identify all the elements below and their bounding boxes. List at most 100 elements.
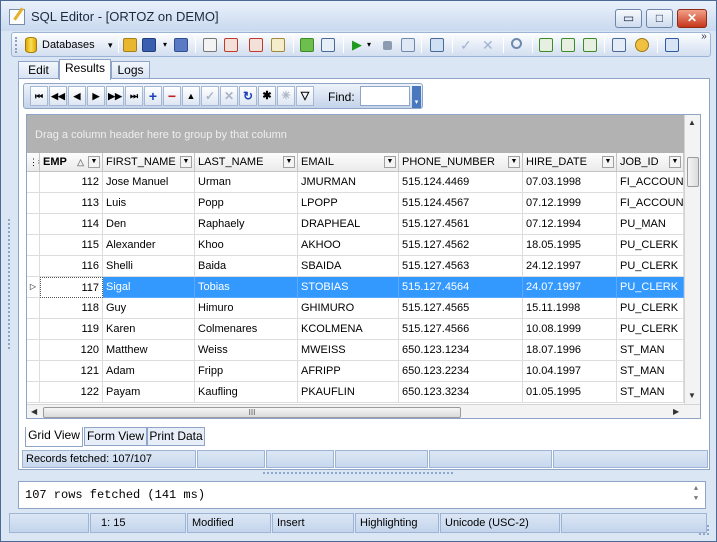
column-header-job-id[interactable]: JOB_ID ▼ [617, 153, 684, 172]
prior-record-button[interactable]: ◀ [68, 86, 86, 106]
tab-grid-view[interactable]: Grid View [25, 427, 83, 447]
filter-dropdown-icon[interactable]: ▼ [384, 156, 396, 168]
cell-first-name[interactable]: Luis [103, 193, 195, 214]
row-indicator[interactable] [27, 193, 40, 214]
insert-record-button[interactable]: + [144, 86, 162, 106]
cell-first-name[interactable]: Adam [103, 361, 195, 382]
cell-last-name[interactable]: Tobias [195, 277, 298, 298]
column-header-hire-date[interactable]: HIRE_DATE ▼ [523, 153, 617, 172]
open-folder-icon[interactable] [123, 38, 137, 52]
cell-phone-number[interactable]: 515.124.4567 [399, 193, 523, 214]
cell-email[interactable]: MWEISS [298, 340, 399, 361]
find-input[interactable] [360, 86, 410, 106]
horizontal-scrollbar[interactable]: ◀ III ▶ [27, 404, 700, 418]
find-dropdown-button[interactable]: ▾ [412, 86, 421, 108]
column-header-phone-number[interactable]: PHONE_NUMBER ▼ [399, 153, 523, 172]
table-row[interactable]: 119 Karen Colmenares KCOLMENA 515.127.4566 10… [27, 319, 684, 340]
cell-last-name[interactable]: Kaufling [195, 382, 298, 403]
filter-dropdown-icon[interactable]: ▼ [180, 156, 192, 168]
cell-last-name[interactable]: Raphaely [195, 214, 298, 235]
tab-form-view[interactable]: Form View [84, 427, 147, 446]
row-indicator[interactable] [27, 382, 40, 403]
column-header-email[interactable]: EMAIL ▼ [298, 153, 399, 172]
cell-first-name[interactable]: Jose Manuel [103, 172, 195, 193]
cell-last-name[interactable]: Himuro [195, 298, 298, 319]
filter-icon[interactable]: ▽ [296, 86, 314, 106]
cell-first-name[interactable]: Den [103, 214, 195, 235]
minimize-button[interactable]: ▭ [615, 9, 642, 28]
table-row[interactable]: 112 Jose Manuel Urman JMURMAN 515.124.4469 07… [27, 172, 684, 193]
cell-job-id[interactable]: ST_MAN [617, 382, 684, 403]
cell-emp[interactable]: 118 [40, 298, 103, 319]
row-indicator[interactable] [27, 214, 40, 235]
row-indicator[interactable] [27, 256, 40, 277]
cell-email[interactable]: JMURMAN [298, 172, 399, 193]
table-row[interactable]: ▷ 117 Sigal Tobias STOBIAS 515.127.4564 24.07.… [27, 277, 684, 298]
cell-emp[interactable]: 114 [40, 214, 103, 235]
cell-hire-date[interactable]: 24.07.1997 [523, 277, 617, 298]
table-row[interactable]: 115 Alexander Khoo AKHOO 515.127.4562 18.05.1… [27, 235, 684, 256]
cell-hire-date[interactable]: 18.07.1996 [523, 340, 617, 361]
goto-bookmark-button[interactable]: ✳ [277, 86, 295, 106]
scroll-up-icon[interactable]: ▲ [688, 118, 696, 127]
cell-phone-number[interactable]: 515.127.4566 [399, 319, 523, 340]
add-query-icon[interactable] [300, 38, 314, 52]
cell-last-name[interactable]: Colmenares [195, 319, 298, 340]
close-button[interactable]: ✕ [677, 9, 707, 28]
row-indicator[interactable] [27, 235, 40, 256]
maximize-button[interactable]: □ [646, 9, 673, 28]
cell-emp[interactable]: 119 [40, 319, 103, 340]
cell-last-name[interactable]: Popp [195, 193, 298, 214]
row-indicator[interactable] [27, 361, 40, 382]
table-row[interactable]: 116 Shelli Baida SBAIDA 515.127.4563 24.12.19… [27, 256, 684, 277]
tab-print-data[interactable]: Print Data [147, 427, 205, 446]
query-builder-icon[interactable] [612, 38, 626, 52]
toolbar-overflow-button[interactable]: » [698, 31, 710, 58]
cell-phone-number[interactable]: 515.127.4563 [399, 256, 523, 277]
refresh-button[interactable]: ↻ [239, 86, 257, 106]
header-indicator-icon[interactable]: ⋮≡ [27, 153, 40, 172]
row-indicator[interactable]: ▷ [27, 277, 40, 298]
table-row[interactable]: 114 Den Raphaely DRAPHEAL 515.127.4561 07.12.… [27, 214, 684, 235]
cell-last-name[interactable]: Khoo [195, 235, 298, 256]
vertical-scroll-thumb[interactable] [687, 157, 699, 187]
table-row[interactable]: 113 Luis Popp LPOPP 515.124.4567 07.12.1999 FI… [27, 193, 684, 214]
cell-first-name[interactable]: Karen [103, 319, 195, 340]
table-row[interactable]: 118 Guy Himuro GHIMURO 515.127.4565 15.11.199… [27, 298, 684, 319]
cell-last-name[interactable]: Weiss [195, 340, 298, 361]
save-dropdown-icon[interactable]: ▾ [163, 38, 171, 52]
cell-phone-number[interactable]: 515.124.4469 [399, 172, 523, 193]
cell-email[interactable]: DRAPHEAL [298, 214, 399, 235]
execute-icon[interactable]: ▶ [352, 38, 366, 52]
export-as-sql-icon[interactable] [561, 38, 575, 52]
cell-email[interactable]: PKAUFLIN [298, 382, 399, 403]
cell-email[interactable]: STOBIAS [298, 277, 399, 298]
cell-hire-date[interactable]: 10.04.1997 [523, 361, 617, 382]
stop-icon[interactable] [383, 41, 392, 50]
cell-hire-date[interactable]: 18.05.1995 [523, 235, 617, 256]
filter-dropdown-icon[interactable]: ▼ [602, 156, 614, 168]
cell-emp[interactable]: 122 [40, 382, 103, 403]
chevron-down-icon[interactable]: ▾ [108, 40, 113, 51]
cell-first-name[interactable]: Matthew [103, 340, 195, 361]
last-record-button[interactable]: ⏭ [125, 86, 143, 106]
cell-hire-date[interactable]: 10.08.1999 [523, 319, 617, 340]
row-indicator[interactable] [27, 340, 40, 361]
vertical-scrollbar[interactable]: ▲ ▼ [684, 115, 700, 405]
cell-emp[interactable]: 115 [40, 235, 103, 256]
cell-job-id[interactable]: PU_CLERK [617, 319, 684, 340]
filter-dropdown-icon[interactable]: ▼ [669, 156, 681, 168]
query-list-icon[interactable] [321, 38, 335, 52]
cell-emp[interactable]: 112 [40, 172, 103, 193]
splitter-grip[interactable] [8, 219, 12, 349]
cell-emp[interactable]: 117 [40, 277, 103, 298]
cell-emp[interactable]: 113 [40, 193, 103, 214]
cell-job-id[interactable]: PU_CLERK [617, 256, 684, 277]
horizontal-scroll-thumb[interactable]: III [43, 407, 461, 418]
group-by-panel[interactable]: Drag a column header here to group by th… [27, 115, 684, 153]
cell-hire-date[interactable]: 24.12.1997 [523, 256, 617, 277]
scroll-left-icon[interactable]: ◀ [31, 407, 37, 416]
save-all-icon[interactable] [174, 38, 188, 52]
save-icon[interactable] [142, 38, 156, 52]
column-header-first-name[interactable]: FIRST_NAME ▼ [103, 153, 195, 172]
